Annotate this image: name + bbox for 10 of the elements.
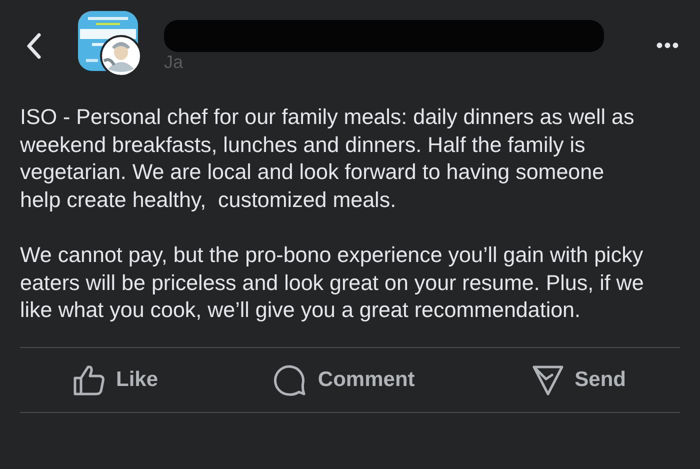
thumbs-up-icon [72, 362, 106, 396]
post-text: We cannot pay, but the pro-bono experience you’ll gain with picky eaters will be priceless and look great on your resume. Plus, if we like what you cook, we’ll give you a great recommendation. [20, 242, 645, 324]
like-button[interactable]: Like [72, 362, 158, 396]
send-button[interactable]: Send [530, 362, 626, 396]
post-text: ISO - Personal chef for our family meals: daily dinners as well as weekend breakfasts, lunches and dinners. Half the family is vegetarian. We are local and look forward to having someone help create healthy, customized meals. [20, 104, 636, 214]
comment-button[interactable]: Comment [274, 362, 415, 396]
send-icon [530, 362, 565, 396]
comment-icon [274, 362, 308, 396]
more-button[interactable]: ••• [656, 34, 680, 58]
back-icon [24, 32, 44, 60]
